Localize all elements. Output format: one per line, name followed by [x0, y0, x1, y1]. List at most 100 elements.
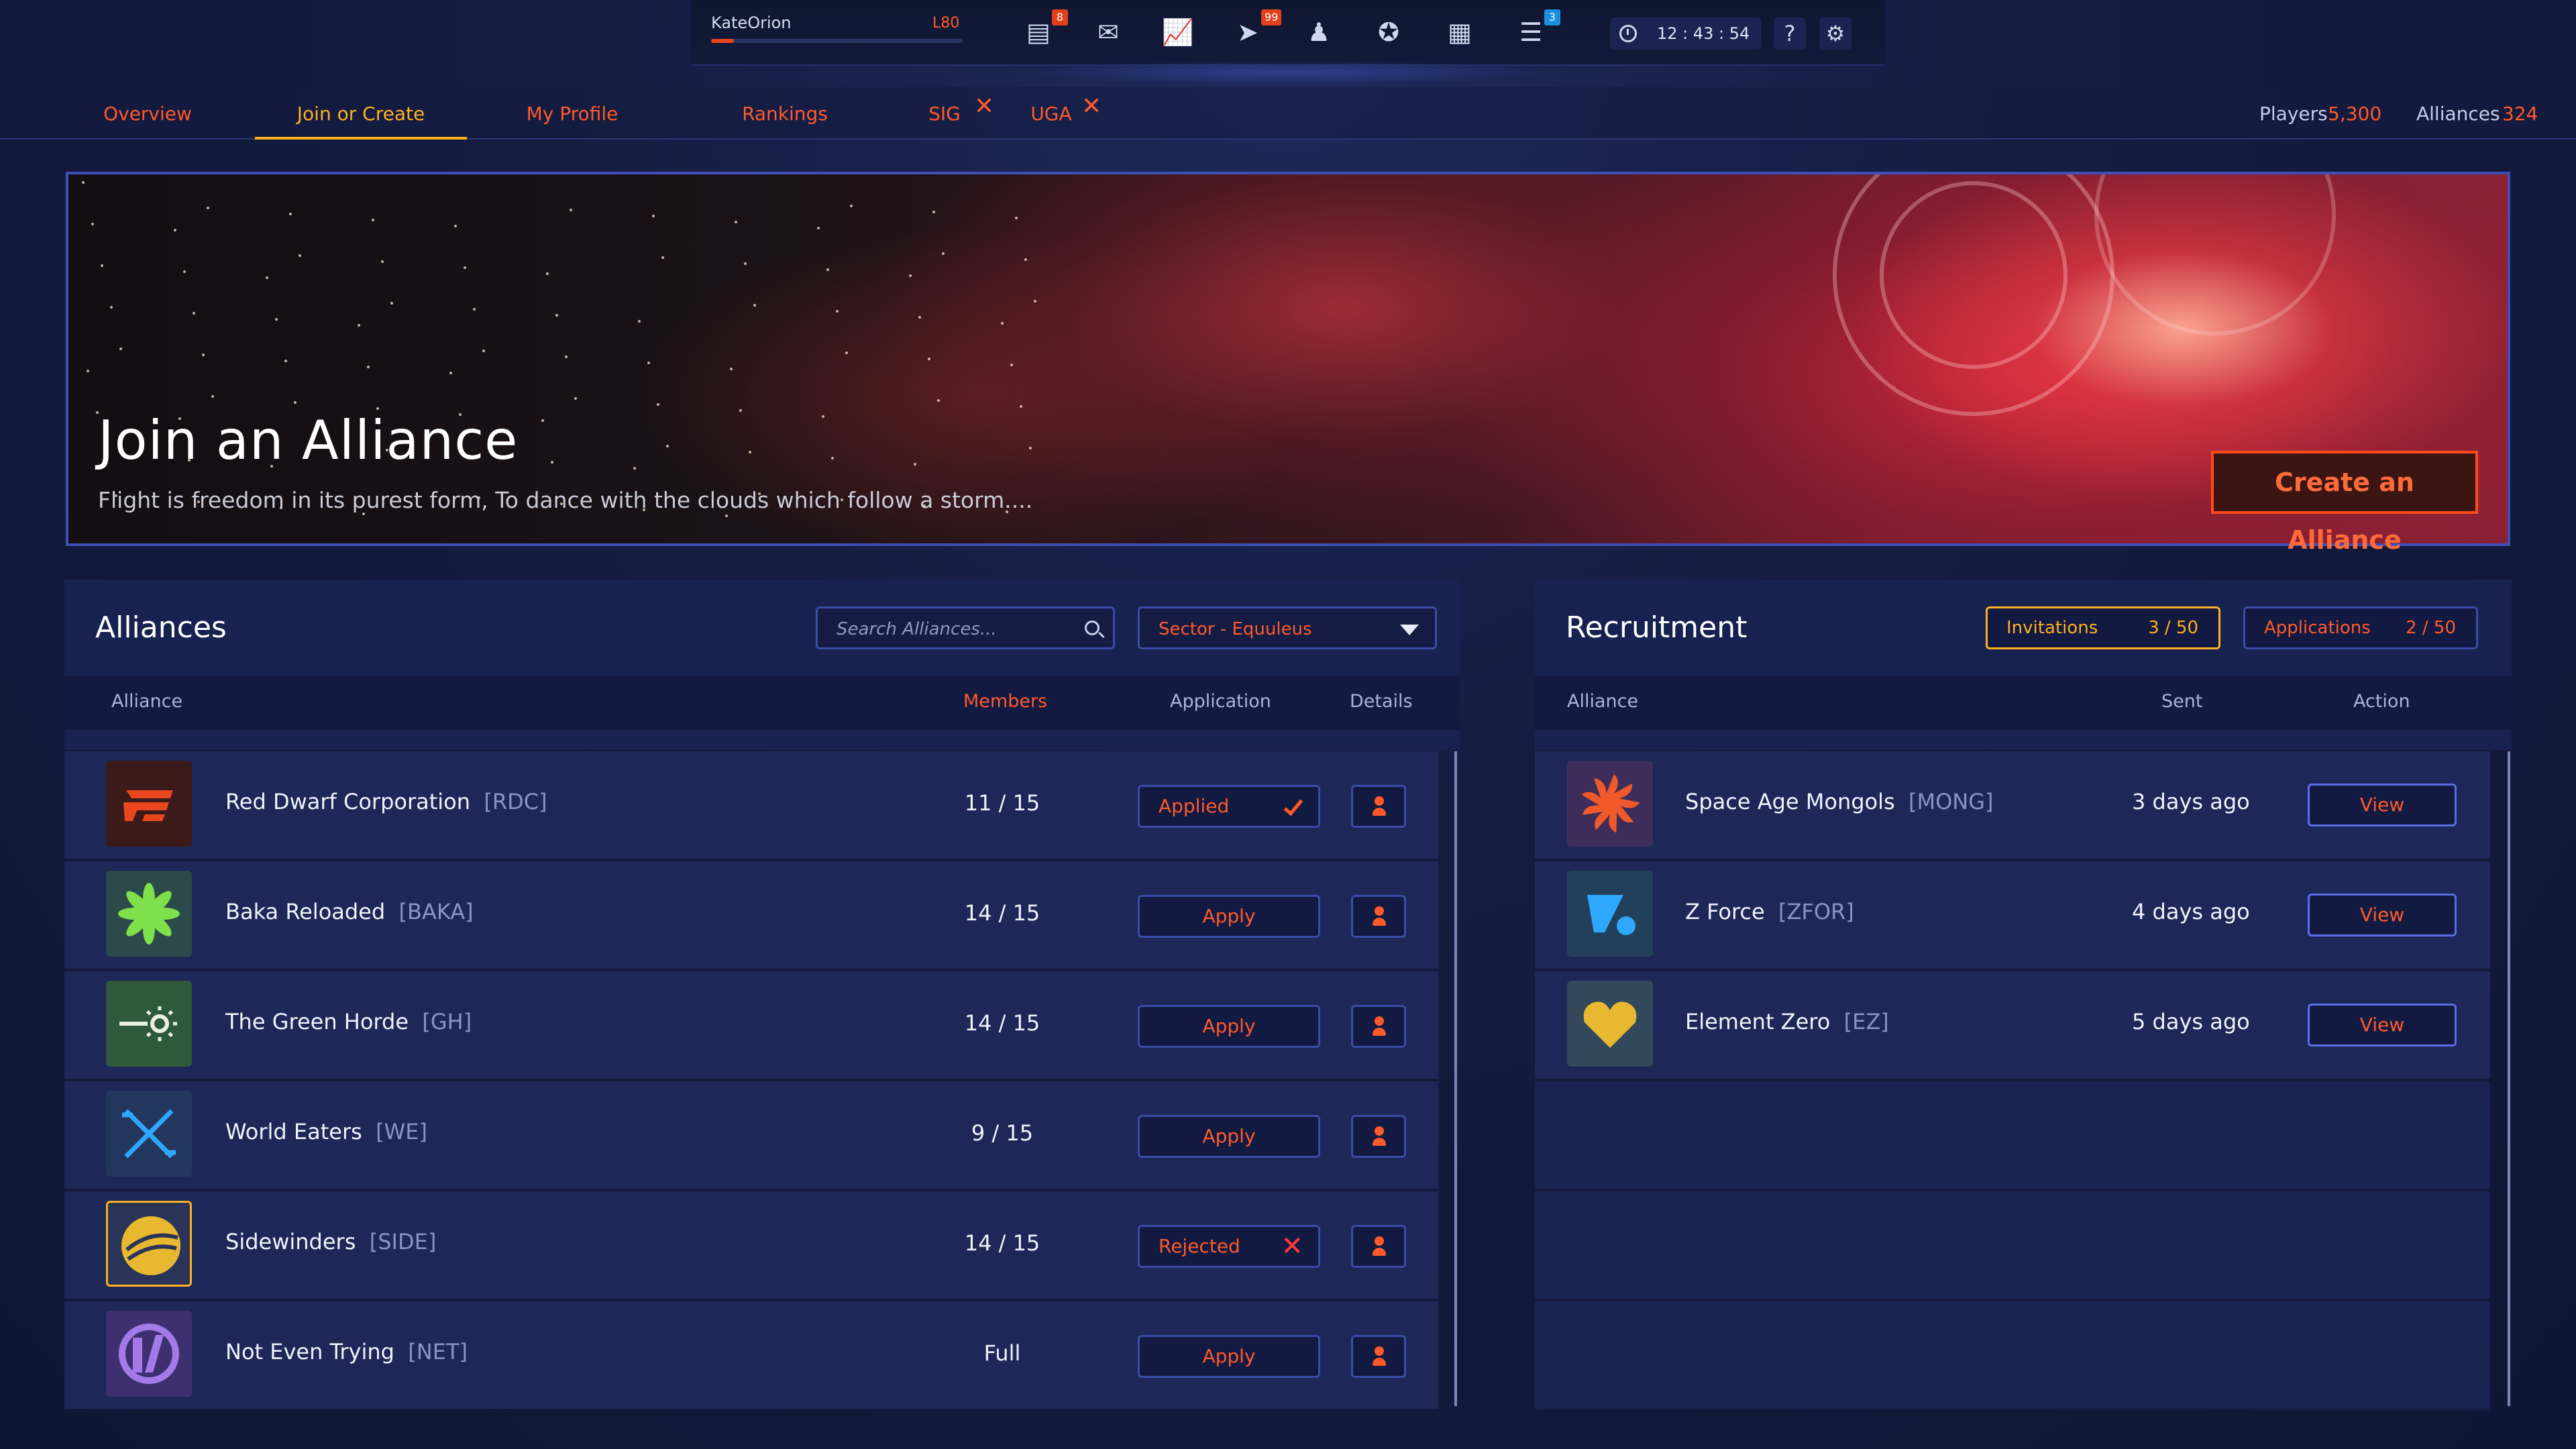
application-label: Apply [1202, 905, 1256, 927]
star [390, 302, 393, 305]
star [551, 461, 553, 464]
star [1020, 405, 1022, 408]
star [570, 209, 572, 211]
star [725, 515, 728, 517]
chevron-down-icon [1400, 625, 1419, 635]
alliances-scrollbar[interactable] [1454, 751, 1457, 1406]
member-count: 14 / 15 [964, 1230, 1040, 1256]
applications-tab[interactable]: Applications 2 / 50 [2243, 606, 2478, 649]
alliance-name-text: The Green Horde [225, 1009, 409, 1034]
alliance-logo [106, 871, 192, 957]
star [1029, 447, 1032, 449]
alliance-tag: [GH] [422, 1009, 472, 1034]
sent-time: 5 days ago [2132, 1009, 2250, 1034]
applied-button[interactable]: Applied [1138, 785, 1320, 828]
rejected-button[interactable]: Rejected ✕ [1138, 1225, 1320, 1268]
star [110, 306, 113, 309]
alliance-name-text: Red Dwarf Corporation [225, 789, 471, 814]
apply-button[interactable]: Apply [1138, 895, 1320, 938]
table-row[interactable]: Sidewinders [SIDE] 14 / 15 Rejected ✕ [64, 1191, 1438, 1301]
view-button[interactable]: View [2308, 784, 2457, 826]
badge-button[interactable]: ✪ [1368, 15, 1409, 50]
col-recruit-alliance: Alliance [1567, 691, 1639, 712]
check-icon [1283, 795, 1303, 816]
alliances-list-gap [64, 730, 1460, 750]
view-button[interactable]: View [2308, 1004, 2457, 1046]
table-row[interactable]: Not Even Trying [NET] Full Apply [64, 1301, 1438, 1411]
details-button[interactable] [1351, 785, 1406, 828]
star [87, 370, 89, 372]
star [358, 324, 360, 327]
details-button[interactable] [1351, 1005, 1406, 1048]
table-row[interactable]: Red Dwarf Corporation [RDC] 11 / 15 Applie… [64, 751, 1438, 861]
star [937, 399, 940, 402]
tab-my-profile[interactable]: My Profile [496, 87, 648, 140]
help-button[interactable]: ? [1774, 17, 1806, 50]
apply-button[interactable]: Apply [1138, 1335, 1320, 1378]
star [661, 256, 664, 259]
alliance-tag: [RDC] [484, 789, 547, 814]
details-button[interactable] [1351, 1335, 1406, 1378]
apply-button[interactable]: Apply [1138, 1005, 1320, 1048]
details-button[interactable] [1351, 1225, 1406, 1268]
search-icon[interactable] [1085, 621, 1099, 635]
table-row[interactable]: The Green Horde [GH] 14 / 15 Apply [64, 971, 1438, 1081]
star [193, 312, 195, 315]
hud-glow [1026, 60, 1550, 85]
grid-icon: ▦ [1448, 17, 1472, 47]
create-alliance-button[interactable]: Create an Alliance [2211, 451, 2478, 555]
hero-title: Join an Alliance [98, 409, 519, 472]
mail-button[interactable]: ✉ [1088, 15, 1128, 50]
star [183, 270, 186, 273]
close-sig-tab-icon[interactable]: ✕ [974, 93, 994, 120]
table-row[interactable]: Element Zero [EZ] 5 days ago View [1535, 971, 2490, 1081]
details-button[interactable] [1351, 895, 1406, 938]
star [836, 310, 839, 313]
invitations-tab[interactable]: Invitations 3 / 50 [1986, 606, 2220, 649]
alliance-name-text: Space Age Mongols [1685, 789, 1895, 814]
sector-dropdown[interactable]: Sector - Equuleus [1138, 606, 1437, 649]
tab-join-or-create[interactable]: Join or Create [255, 87, 467, 140]
alliances-count: 324 [2502, 103, 2538, 125]
star [101, 264, 103, 267]
xp-bar [711, 39, 963, 43]
alliance-name-text: Baka Reloaded [225, 899, 386, 924]
grid-button[interactable]: ▦ [1440, 15, 1480, 50]
alliance-button[interactable]: ♟ [1299, 15, 1339, 50]
star [1034, 300, 1036, 303]
col-members[interactable]: Members [963, 691, 1047, 712]
alliances-title: Alliances [95, 610, 227, 645]
table-row[interactable]: Space Age Mongols [MONG] 3 days ago View [1535, 751, 2490, 861]
settings-button[interactable]: ⚙ [1819, 17, 1851, 50]
search-input[interactable]: Search Alliances... [816, 606, 1115, 649]
empty-slot [1535, 1081, 2490, 1191]
empty-slot [1535, 1191, 2490, 1301]
close-icon: ✕ [1281, 1231, 1303, 1262]
close-uga-tab-icon[interactable]: ✕ [1081, 93, 1102, 120]
col-application: Application [1170, 691, 1271, 712]
table-row[interactable]: Baka Reloaded [BAKA] 14 / 15 Apply [64, 861, 1438, 971]
star [657, 403, 659, 406]
applications-label: Applications [2264, 618, 2371, 638]
alliance-name-text: World Eaters [225, 1119, 362, 1144]
details-button[interactable] [1351, 1115, 1406, 1158]
tab-sig[interactable]: SIG [920, 87, 969, 140]
recruitment-list-gap [1535, 730, 2512, 750]
empty-slot [1535, 1301, 2490, 1411]
table-row[interactable]: Z Force [ZFOR] 4 days ago View [1535, 861, 2490, 971]
view-button[interactable]: View [2308, 894, 2457, 936]
table-row[interactable]: World Eaters [WE] 9 / 15 Apply [64, 1081, 1438, 1191]
apply-button[interactable]: Apply [1138, 1115, 1320, 1158]
tab-rankings[interactable]: Rankings [711, 87, 859, 140]
star [638, 320, 641, 323]
member-count: Full [983, 1340, 1021, 1366]
recruitment-scrollbar[interactable] [2508, 751, 2510, 1406]
application-label: Apply [1202, 1015, 1256, 1037]
tab-uga[interactable]: UGA [1022, 87, 1080, 140]
stats-button[interactable]: 📈 [1158, 15, 1198, 50]
xp-bar-fill [711, 39, 734, 43]
recruitment-title: Recruitment [1566, 610, 1748, 645]
tab-overview[interactable]: Overview [80, 87, 215, 140]
star [482, 350, 485, 352]
gear-icon: ⚙ [1825, 21, 1845, 46]
